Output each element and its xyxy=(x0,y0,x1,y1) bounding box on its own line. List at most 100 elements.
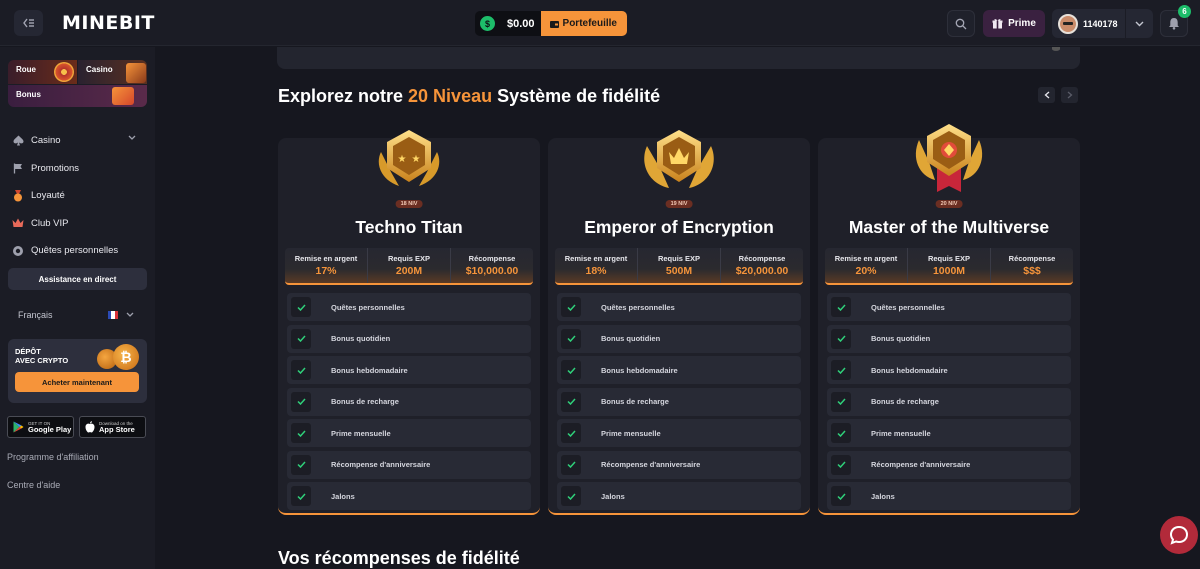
feature-row: Jalons xyxy=(827,482,1071,510)
bell-icon xyxy=(1169,18,1179,30)
strip-decoration xyxy=(1052,47,1060,51)
roue-label: Roue xyxy=(16,65,36,74)
user-profile-button[interactable]: 1140178 xyxy=(1052,9,1125,38)
balance-amount: $0.00 xyxy=(507,17,535,30)
user-menu-dropdown[interactable] xyxy=(1126,9,1153,38)
chat-bubble-icon xyxy=(1169,525,1189,545)
feature-row: Bonus hebdomadaire xyxy=(557,356,801,384)
feature-list: Quêtes personnelles Bonus quotidien Bonu… xyxy=(287,293,531,514)
balance-display[interactable]: $ $0.00 xyxy=(475,11,541,36)
feature-list: Quêtes personnelles Bonus quotidien Bonu… xyxy=(827,293,1071,514)
live-support-button[interactable]: Assistance en direct xyxy=(8,268,147,290)
check-icon xyxy=(831,391,851,412)
chevron-right-icon xyxy=(1067,91,1072,99)
prime-button[interactable]: Prime xyxy=(983,10,1045,37)
check-icon xyxy=(291,486,311,506)
check-icon xyxy=(561,391,581,412)
live-chat-button[interactable] xyxy=(1160,516,1198,554)
user-id: 1140178 xyxy=(1083,18,1118,29)
feature-row: Jalons xyxy=(557,482,801,510)
level-badge-icon xyxy=(644,130,714,188)
roue-tile[interactable]: Roue xyxy=(8,60,77,84)
wallet-button-label: Portefeuille xyxy=(562,18,617,29)
france-flag-icon xyxy=(108,311,118,319)
feature-row: Quêtes personnelles xyxy=(827,293,1071,321)
feature-row: Bonus de recharge xyxy=(557,387,801,416)
feature-row: Bonus de recharge xyxy=(287,387,531,416)
level-pill: 19 NIV xyxy=(665,200,693,208)
level-name: Master of the Multiverse xyxy=(848,217,1050,237)
cashback-stat: Remise en argent 18% xyxy=(555,248,638,283)
check-icon xyxy=(831,328,851,349)
sidebar-item-personal-quests[interactable]: Quêtes personnelles xyxy=(12,237,140,265)
logo[interactable]: MINEBIT xyxy=(62,12,155,34)
apple-icon xyxy=(85,421,95,433)
sidebar-item-label: Loyauté xyxy=(31,190,65,202)
rewards-section-title: Vos récompenses de fidélité xyxy=(278,548,520,568)
carousel-next-button[interactable] xyxy=(1061,87,1078,103)
chips-icon xyxy=(126,63,146,83)
level-card: 19 NIV Emperor of Encryption Remise en a… xyxy=(548,130,810,515)
wheel-icon xyxy=(54,62,74,82)
help-center-link[interactable]: Centre d'aide xyxy=(7,480,60,490)
search-button[interactable] xyxy=(947,10,975,37)
check-icon xyxy=(291,360,311,380)
feature-row: Bonus quotidien xyxy=(557,324,801,353)
feature-row: Récompense d'anniversaire xyxy=(827,450,1071,479)
chevron-down-icon xyxy=(126,312,134,317)
sidebar-item-club-vip[interactable]: Club VIP xyxy=(12,210,140,238)
google-play-button[interactable]: GET IT ON Google Play xyxy=(7,416,74,438)
reward-stat: Récompense $20,000.00 xyxy=(735,254,789,277)
level-stats: Remise en argent 17% Requis EXP 200M Récom… xyxy=(285,248,533,285)
bonus-label: Bonus xyxy=(16,90,41,99)
level-pill: 18 NIV xyxy=(395,200,423,208)
flag-icon xyxy=(12,162,24,174)
check-icon xyxy=(831,454,851,475)
previous-section-strip xyxy=(277,47,1080,69)
top-bar: MINEBIT $ $0.00 Portefeuille Prime 11401… xyxy=(0,0,1200,46)
wallet-icon xyxy=(549,20,559,28)
level-name: Techno Titan xyxy=(355,217,463,237)
feature-row: Récompense d'anniversaire xyxy=(557,450,801,479)
svg-text:★: ★ xyxy=(412,154,421,165)
feature-row: Bonus de recharge xyxy=(827,387,1071,416)
check-icon xyxy=(561,454,581,475)
bonus-tile[interactable]: Bonus xyxy=(8,85,147,107)
sidebar-item-loyalty[interactable]: Loyauté xyxy=(12,182,140,210)
language-selector[interactable]: Français xyxy=(18,310,138,320)
cashback-stat: Remise en argent 20% xyxy=(825,248,908,283)
sidebar-item-promotions[interactable]: Promotions xyxy=(12,155,140,183)
svg-text:★: ★ xyxy=(398,154,407,165)
cashback-stat: Remise en argent 17% xyxy=(285,248,368,283)
check-icon xyxy=(831,297,851,317)
carousel-prev-button[interactable] xyxy=(1038,87,1055,103)
app-store-button[interactable]: Download on the App Store xyxy=(79,416,146,438)
level-stats: Remise en argent 20% Requis EXP 1000M Réco… xyxy=(825,248,1073,285)
casino-tile[interactable]: Casino xyxy=(78,60,147,84)
affiliate-program-link[interactable]: Programme d'affiliation xyxy=(7,452,99,462)
gift-icon xyxy=(992,19,1003,29)
avatar xyxy=(1058,13,1078,34)
sidebar-item-casino[interactable]: Casino xyxy=(12,127,140,155)
buy-now-button[interactable]: Acheter maintenant xyxy=(15,372,139,392)
exp-stat: Requis EXP 500M xyxy=(638,248,721,283)
level-count-highlight: 20 Niveau xyxy=(408,86,493,106)
level-badge-icon xyxy=(915,124,983,192)
notification-count-badge: 6 xyxy=(1178,5,1191,18)
feature-row: Quêtes personnelles xyxy=(287,293,531,321)
sidebar-item-label: Club VIP xyxy=(31,217,69,229)
check-icon xyxy=(561,360,581,380)
level-card: ★ ★ 18 NIV Techno Titan Remise en argent… xyxy=(278,130,540,515)
wallet-button[interactable]: Portefeuille xyxy=(540,11,627,36)
feature-row: Bonus hebdomadaire xyxy=(827,356,1071,384)
sidebar-item-label: Casino xyxy=(31,135,61,147)
crypto-card-title: DÉPÔT AVEC CRYPTO xyxy=(15,347,69,365)
feature-row: Jalons xyxy=(287,482,531,510)
reward-stat: Récompense $10,000.00 xyxy=(465,254,519,277)
collapse-sidebar-button[interactable] xyxy=(14,10,43,36)
level-card: 20 NIV Master of the Multiverse Remise e… xyxy=(818,124,1080,515)
language-label: Français xyxy=(18,310,53,320)
chevron-down-icon xyxy=(1135,21,1144,26)
reward-stat: Récompense $$$ xyxy=(1008,254,1056,277)
collapse-icon xyxy=(22,18,34,28)
